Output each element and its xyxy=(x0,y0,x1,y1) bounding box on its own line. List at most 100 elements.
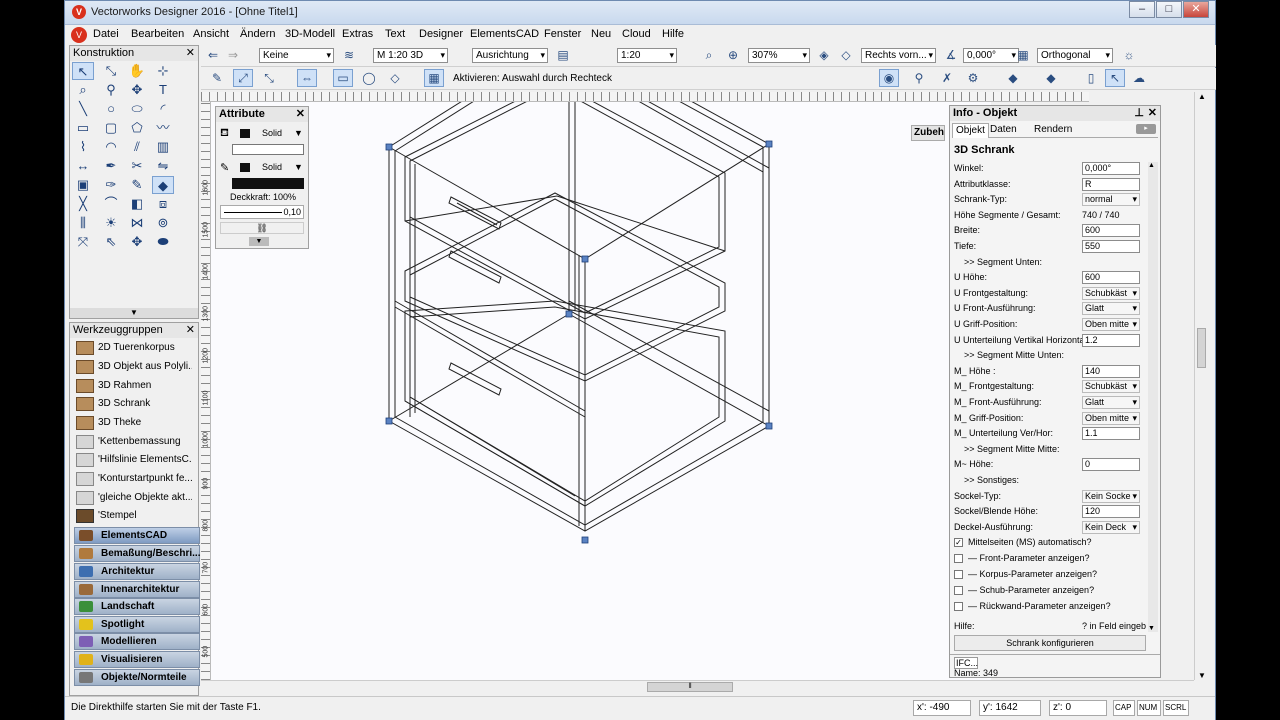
menu-text[interactable]: Text xyxy=(385,28,405,40)
snap-mode-icon[interactable]: ⤢ xyxy=(233,69,253,87)
doc-menu-icon[interactable]: V xyxy=(71,27,87,43)
reshape-tool-icon[interactable]: ⤡ xyxy=(100,62,122,80)
tool-set-item[interactable]: 'Hilfslinie ElementsC... xyxy=(74,451,192,469)
clip-tool-icon[interactable]: ◧ xyxy=(126,195,148,213)
layer-stack-icon[interactable]: ≋ xyxy=(339,46,359,64)
texture-icon[interactable]: ◆ xyxy=(1041,69,1061,87)
field-select[interactable]: Kein Socke xyxy=(1082,489,1140,503)
tab-rendern[interactable]: Rendern xyxy=(1034,124,1072,135)
spiral-tool-icon[interactable]: ◠ xyxy=(100,138,122,156)
pen-color-swatch[interactable] xyxy=(240,163,250,172)
category-modeling[interactable]: Modellieren xyxy=(74,633,200,650)
eyedropper-tool-icon[interactable]: ✒ xyxy=(100,157,122,175)
field-select[interactable]: Glatt xyxy=(1082,396,1140,409)
menu-bearbeiten[interactable]: Bearbeiten xyxy=(131,28,184,40)
checkbox[interactable]: ✓ xyxy=(954,538,963,548)
close-icon[interactable]: ✕ xyxy=(186,46,195,60)
fillet-tool-icon[interactable]: ✑ xyxy=(100,176,122,194)
scale-field[interactable]: 1:20 xyxy=(617,48,677,63)
selection-handle[interactable] xyxy=(765,422,773,430)
field-input[interactable]: 1.1 xyxy=(1082,427,1140,441)
selection-handle[interactable] xyxy=(385,417,393,425)
accessories-tab[interactable]: Zubeh xyxy=(911,125,945,141)
chamfer-tool-icon[interactable]: ⌒ xyxy=(100,195,122,213)
tool-set-item[interactable]: 'Konturstartpunkt fe... xyxy=(74,470,192,488)
selection-handle[interactable] xyxy=(385,143,393,151)
field-select[interactable]: Oben mitte xyxy=(1082,411,1140,425)
field-select[interactable]: Kein Deck xyxy=(1082,520,1140,534)
freehand-tool-icon[interactable]: 〰 xyxy=(152,119,174,137)
tool-set-item[interactable]: 2D Tuerenkorpus xyxy=(74,339,192,357)
pin-icon[interactable]: ⊥ xyxy=(1134,106,1144,120)
eye-icon[interactable]: ◉ xyxy=(879,69,899,87)
field-input[interactable]: 600 xyxy=(1082,271,1140,285)
maximize-button[interactable]: □ xyxy=(1156,1,1182,18)
field-input[interactable]: 140 xyxy=(1082,364,1140,378)
pointer-tool-icon[interactable]: ↖ xyxy=(72,62,94,80)
text-tool-icon[interactable]: T xyxy=(152,81,174,99)
rectangle-select-icon[interactable]: ▭ xyxy=(333,69,353,87)
field-input[interactable]: R xyxy=(1082,177,1140,191)
wall-tool-icon[interactable]: ▥ xyxy=(152,138,174,156)
palette-expand-button[interactable]: ▼ xyxy=(70,308,198,318)
view-cube-icon[interactable]: ◇ xyxy=(836,46,856,64)
rectangle-tool-icon[interactable]: ▭ xyxy=(72,119,94,137)
settings-icon[interactable]: ▦ xyxy=(424,69,444,87)
field-input[interactable]: 600 xyxy=(1082,224,1140,238)
info-checkbox-row[interactable]: — Schub-Parameter anzeigen? xyxy=(954,583,1154,598)
walk-tool-icon[interactable]: ✥ xyxy=(126,81,148,99)
move-tool-icon[interactable]: ⇖ xyxy=(100,233,122,251)
tool-set-item[interactable]: 'Stempel xyxy=(74,507,192,525)
drawing-canvas[interactable] xyxy=(211,102,991,680)
back-arrow-icon[interactable]: ⇐ xyxy=(203,46,223,64)
info-checkbox-row[interactable]: — Front-Parameter anzeigen? xyxy=(954,551,1154,566)
field-input[interactable]: 550 xyxy=(1082,240,1140,253)
info-checkbox-row[interactable]: — Korpus-Parameter anzeigen? xyxy=(954,567,1154,582)
cursor-icon[interactable]: ↖ xyxy=(1105,69,1125,87)
polygon-tool-icon[interactable]: ⬠ xyxy=(126,119,148,137)
info-checkbox-row[interactable]: — Rückwand-Parameter anzeigen? xyxy=(954,599,1154,614)
category-interior[interactable]: Innenarchitektur xyxy=(74,581,200,598)
tab-objekt[interactable]: Objekt xyxy=(952,123,989,138)
light-tool-icon[interactable]: ☀ xyxy=(100,214,122,232)
canvas-vertical-scrollbar[interactable]: ▲ ▼ xyxy=(1194,92,1208,680)
tools-icon[interactable]: ✗ xyxy=(937,69,957,87)
line-tool-icon[interactable]: ╲ xyxy=(72,100,94,118)
tool-set-item[interactable]: 3D Schrank xyxy=(74,395,192,413)
line-width-field[interactable]: 0,10 xyxy=(220,205,304,219)
field-input[interactable]: 0,000° xyxy=(1082,162,1140,175)
menu-neu[interactable]: Neu xyxy=(591,28,611,40)
stair-tool-icon[interactable]: ⫼ xyxy=(72,214,94,232)
split-tool-icon[interactable]: ⋈ xyxy=(126,214,148,232)
close-icon[interactable]: ✕ xyxy=(296,107,305,121)
layer-select[interactable]: M 1:20 3D xyxy=(373,48,448,63)
options-menu-icon[interactable]: ▸ xyxy=(1136,124,1156,134)
category-visualize[interactable]: Visualisieren xyxy=(74,651,200,668)
category-landscape[interactable]: Landschaft xyxy=(74,598,200,615)
fill-style-select[interactable]: Solid xyxy=(262,128,282,138)
minimize-button[interactable]: – xyxy=(1129,1,1155,18)
scroll-up-icon[interactable]: ▲ xyxy=(1198,92,1206,101)
info-scrollbar[interactable]: ▲ ▼ xyxy=(1148,162,1158,632)
polyline-tool-icon[interactable]: ⌇ xyxy=(72,138,94,156)
field-select[interactable]: Schubkäst xyxy=(1082,286,1140,300)
circle-tool-icon[interactable]: ○ xyxy=(100,100,122,118)
zoom-icon[interactable]: ⌕ xyxy=(699,46,719,64)
tool-set-item[interactable]: 'Kettenbemassung xyxy=(74,433,192,451)
field-select[interactable]: Glatt xyxy=(1082,302,1140,316)
field-input[interactable]: 1.2 xyxy=(1082,333,1140,347)
menu-aendern[interactable]: Ändern xyxy=(240,28,275,40)
checkbox[interactable] xyxy=(954,602,963,612)
close-icon[interactable]: ✕ xyxy=(1148,106,1157,120)
page-icon[interactable]: ▯ xyxy=(1081,69,1101,87)
polygon-select-icon[interactable]: ◇ xyxy=(385,69,405,87)
field-input[interactable]: 0 xyxy=(1082,458,1140,472)
field-select[interactable]: normal xyxy=(1082,193,1140,207)
flyover-tool-icon[interactable]: ⚲ xyxy=(100,81,122,99)
link-icon[interactable]: ⛓ xyxy=(220,222,304,234)
menu-3d-modell[interactable]: 3D-Modell xyxy=(285,28,335,40)
angle-field[interactable]: 0,000° xyxy=(963,48,1019,63)
selection-mode-icon[interactable]: ✎ xyxy=(207,69,227,87)
attribute-tool-icon[interactable]: ✂ xyxy=(126,157,148,175)
cylinder-tool-icon[interactable]: ⬬ xyxy=(152,233,174,251)
